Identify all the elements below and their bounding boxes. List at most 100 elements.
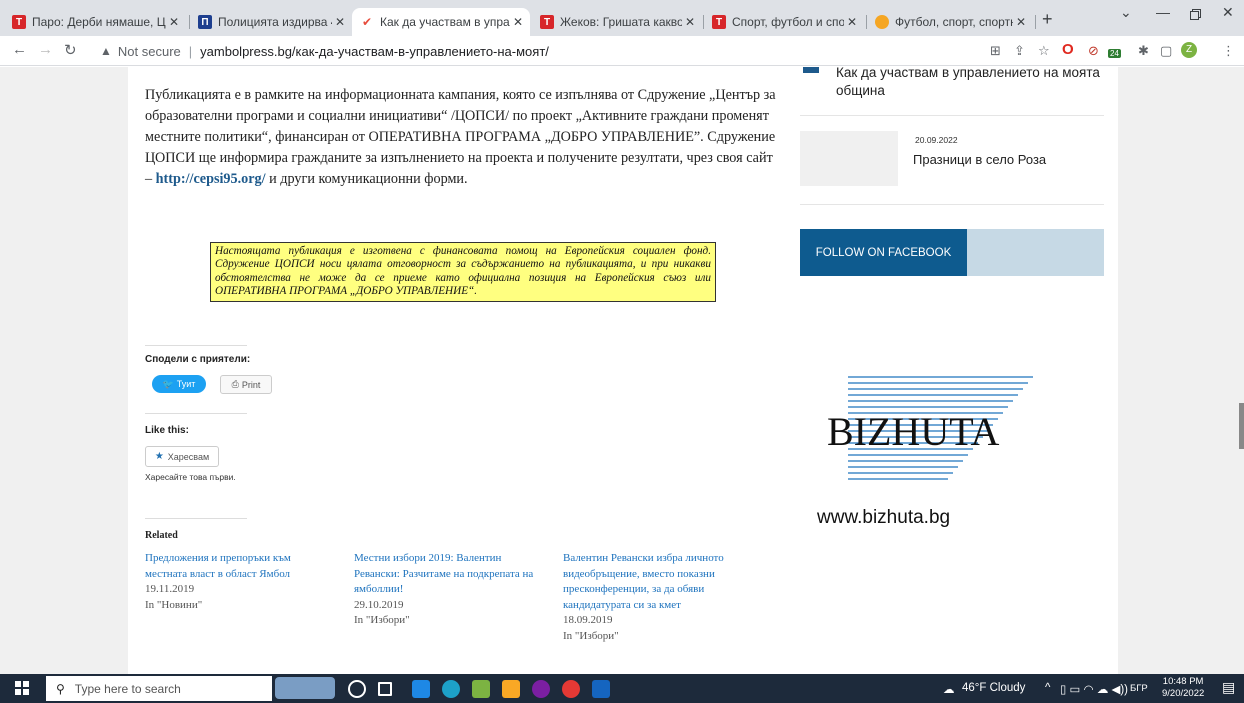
profile-avatar[interactable]: Z xyxy=(1181,42,1197,58)
printer-icon: ⎙ xyxy=(231,379,239,389)
url-text: yambolpress.bg/как-да-участвам-в-управле… xyxy=(200,43,549,59)
browser-tab-2[interactable]: П Полицията издирва 45-год ✕ xyxy=(190,8,352,36)
star-icon: ★ xyxy=(154,451,164,462)
scrollbar-thumb[interactable] xyxy=(1239,403,1244,449)
bizhuta-ad-banner[interactable]: BIZHUTA www.bizhuta.bg xyxy=(803,337,1043,540)
search-icon: ⚲ xyxy=(56,681,65,696)
publication-tail: и други комуникационни форми. xyxy=(269,171,468,187)
viber-icon[interactable] xyxy=(532,680,550,698)
tray-icons[interactable]: ▯ ▭ ◠ ☁ ◀)) xyxy=(1060,682,1128,696)
windows-taskbar: ⚲ Type here to search ☁ 46°F Cloudy ^ ▯ … xyxy=(0,674,1244,703)
browser-toolbar: ← → ↻ ▲ Not secure | yambolpress.bg/как-… xyxy=(0,36,1244,66)
divider xyxy=(145,345,247,346)
tweet-button[interactable]: 🐦 Туит xyxy=(152,375,206,393)
tab-close-icon[interactable]: ✕ xyxy=(844,15,860,29)
taskbar-clock[interactable]: 10:48 PM 9/20/2022 xyxy=(1162,676,1204,700)
tab-favicon-icon: ✔ xyxy=(361,15,373,29)
menu-kebab-icon[interactable]: ⋮ xyxy=(1222,43,1235,59)
divider xyxy=(145,413,247,414)
extensions-puzzle-icon[interactable]: ✱ xyxy=(1138,43,1149,59)
weather-text[interactable]: 46°F Cloudy xyxy=(962,682,1025,694)
extension-badge-icon[interactable]: 24 xyxy=(1108,41,1121,59)
sidebar-post-date: 20.09.2022 xyxy=(915,135,958,145)
print-label: Print xyxy=(241,379,261,390)
file-explorer-icon[interactable] xyxy=(502,680,520,698)
chrome-icon[interactable] xyxy=(562,680,580,698)
share-icon[interactable]: ⇪ xyxy=(1014,43,1025,59)
eu-disclaimer-box: Настоящата публикация е изготвена с фина… xyxy=(210,242,716,302)
windows-start-icon[interactable] xyxy=(15,681,29,695)
related-title-link[interactable]: Местни избори 2019: Валентин Ревански: Р… xyxy=(354,551,544,598)
security-label: Not secure xyxy=(117,43,181,59)
related-title-link[interactable]: Предложения и препоръки към местната вла… xyxy=(145,551,335,582)
notifications-icon[interactable]: ▤ xyxy=(1222,679,1235,696)
tab-close-icon[interactable]: ✕ xyxy=(166,15,182,29)
cortana-icon[interactable] xyxy=(348,680,366,698)
tab-favicon-icon: T xyxy=(12,15,26,29)
print-button[interactable]: ⎙ Print xyxy=(220,375,272,394)
like-heading: Like this: xyxy=(145,425,189,436)
extension-badge: 24 xyxy=(1108,49,1121,58)
follow-facebook-label[interactable]: FOLLOW ON FACEBOOK xyxy=(800,229,967,276)
tab-search-icon[interactable]: ⌄ xyxy=(1120,4,1132,21)
minecraft-icon[interactable] xyxy=(472,680,490,698)
tab-favicon-icon: П xyxy=(198,15,212,29)
bizhuta-logo-graphic: BIZHUTA xyxy=(827,376,1033,480)
language-indicator[interactable]: БГР xyxy=(1130,683,1148,694)
forward-icon[interactable]: → xyxy=(38,41,53,58)
like-button[interactable]: ★ Харесвам xyxy=(145,446,219,467)
minimize-icon[interactable]: — xyxy=(1156,4,1170,20)
close-window-icon[interactable]: ✕ xyxy=(1222,4,1234,21)
new-tab-button[interactable]: + xyxy=(1042,9,1053,30)
show-hidden-icons-icon[interactable]: ^ xyxy=(1045,682,1050,694)
edge-icon[interactable] xyxy=(442,680,460,698)
tab-title: Футбол, спорт, спортни но xyxy=(895,15,1013,29)
sidebar-divider xyxy=(800,204,1104,205)
tab-close-icon[interactable]: ✕ xyxy=(1013,15,1029,29)
bookmark-star-icon[interactable]: ☆ xyxy=(1038,43,1050,59)
side-panel-icon[interactable]: ▢ xyxy=(1160,43,1172,59)
related-item: Предложения и препоръки към местната вла… xyxy=(145,551,335,613)
share-heading: Сподели с приятели: xyxy=(145,354,251,365)
block-extension-icon[interactable]: ⊘ xyxy=(1088,43,1099,59)
tab-close-icon[interactable]: ✕ xyxy=(510,15,526,29)
tab-favicon-icon xyxy=(875,15,889,29)
tab-title: Паро: Дерби нямаше, ЦСКА xyxy=(32,15,166,29)
reload-icon[interactable]: ↻ xyxy=(64,41,77,59)
translate-icon[interactable]: ⊞ xyxy=(990,43,1001,59)
facebook-widget: FOLLOW ON FACEBOOK xyxy=(800,229,1104,276)
word-icon[interactable] xyxy=(592,680,610,698)
browser-tab-1[interactable]: T Паро: Дерби нямаше, ЦСКА ✕ xyxy=(4,8,186,36)
task-view-icon[interactable] xyxy=(378,682,392,696)
restore-icon[interactable] xyxy=(1190,7,1201,23)
sidebar-post-title-link[interactable]: Как да участвам в управлението на моята … xyxy=(836,67,1116,100)
page-viewport: Публикацията е в рамките на информационн… xyxy=(0,67,1244,674)
related-date: 19.11.2019 xyxy=(145,583,195,595)
tab-favicon-icon: T xyxy=(712,15,726,29)
browser-tab-6[interactable]: Футбол, спорт, спортни но ✕ xyxy=(867,8,1033,36)
browser-tab-active[interactable]: ✔ Как да участвам в управле ✕ xyxy=(352,8,530,36)
taskbar-search-box[interactable]: ⚲ Type here to search xyxy=(46,676,272,701)
mail-icon[interactable] xyxy=(412,680,430,698)
site-link[interactable]: http://cepsi95.org/ xyxy=(156,171,266,187)
tab-close-icon[interactable]: ✕ xyxy=(332,15,348,29)
tab-title: Спорт, футбол и спортни н xyxy=(732,15,844,29)
post-thumbnail[interactable] xyxy=(800,131,898,186)
bizhuta-brand: BIZHUTA xyxy=(827,409,999,454)
search-highlight-icon[interactable] xyxy=(275,677,335,699)
sidebar-post-title-link[interactable]: Празници в село Роза xyxy=(913,152,1046,167)
bizhuta-url: www.bizhuta.bg xyxy=(817,507,951,528)
related-heading: Related xyxy=(145,530,178,541)
tweet-label: Туит xyxy=(176,379,196,389)
related-title-link[interactable]: Валентин Ревански избра личното видеобръ… xyxy=(563,551,753,613)
weather-cloud-icon[interactable]: ☁ xyxy=(943,682,955,696)
tab-close-icon[interactable]: ✕ xyxy=(682,15,698,29)
back-icon[interactable]: ← xyxy=(12,41,27,58)
twitter-bird-icon: 🐦 xyxy=(162,378,174,389)
related-item: Валентин Ревански избра личното видеобръ… xyxy=(563,551,753,644)
opera-extension-icon[interactable]: O xyxy=(1062,41,1074,58)
search-placeholder: Type here to search xyxy=(74,681,181,696)
address-bar[interactable]: ▲ Not secure | yambolpress.bg/как-да-уча… xyxy=(92,39,972,63)
browser-tab-5[interactable]: T Спорт, футбол и спортни н ✕ xyxy=(704,8,864,36)
browser-tab-4[interactable]: T Жеков: Гришата какво е в ✕ xyxy=(532,8,702,36)
